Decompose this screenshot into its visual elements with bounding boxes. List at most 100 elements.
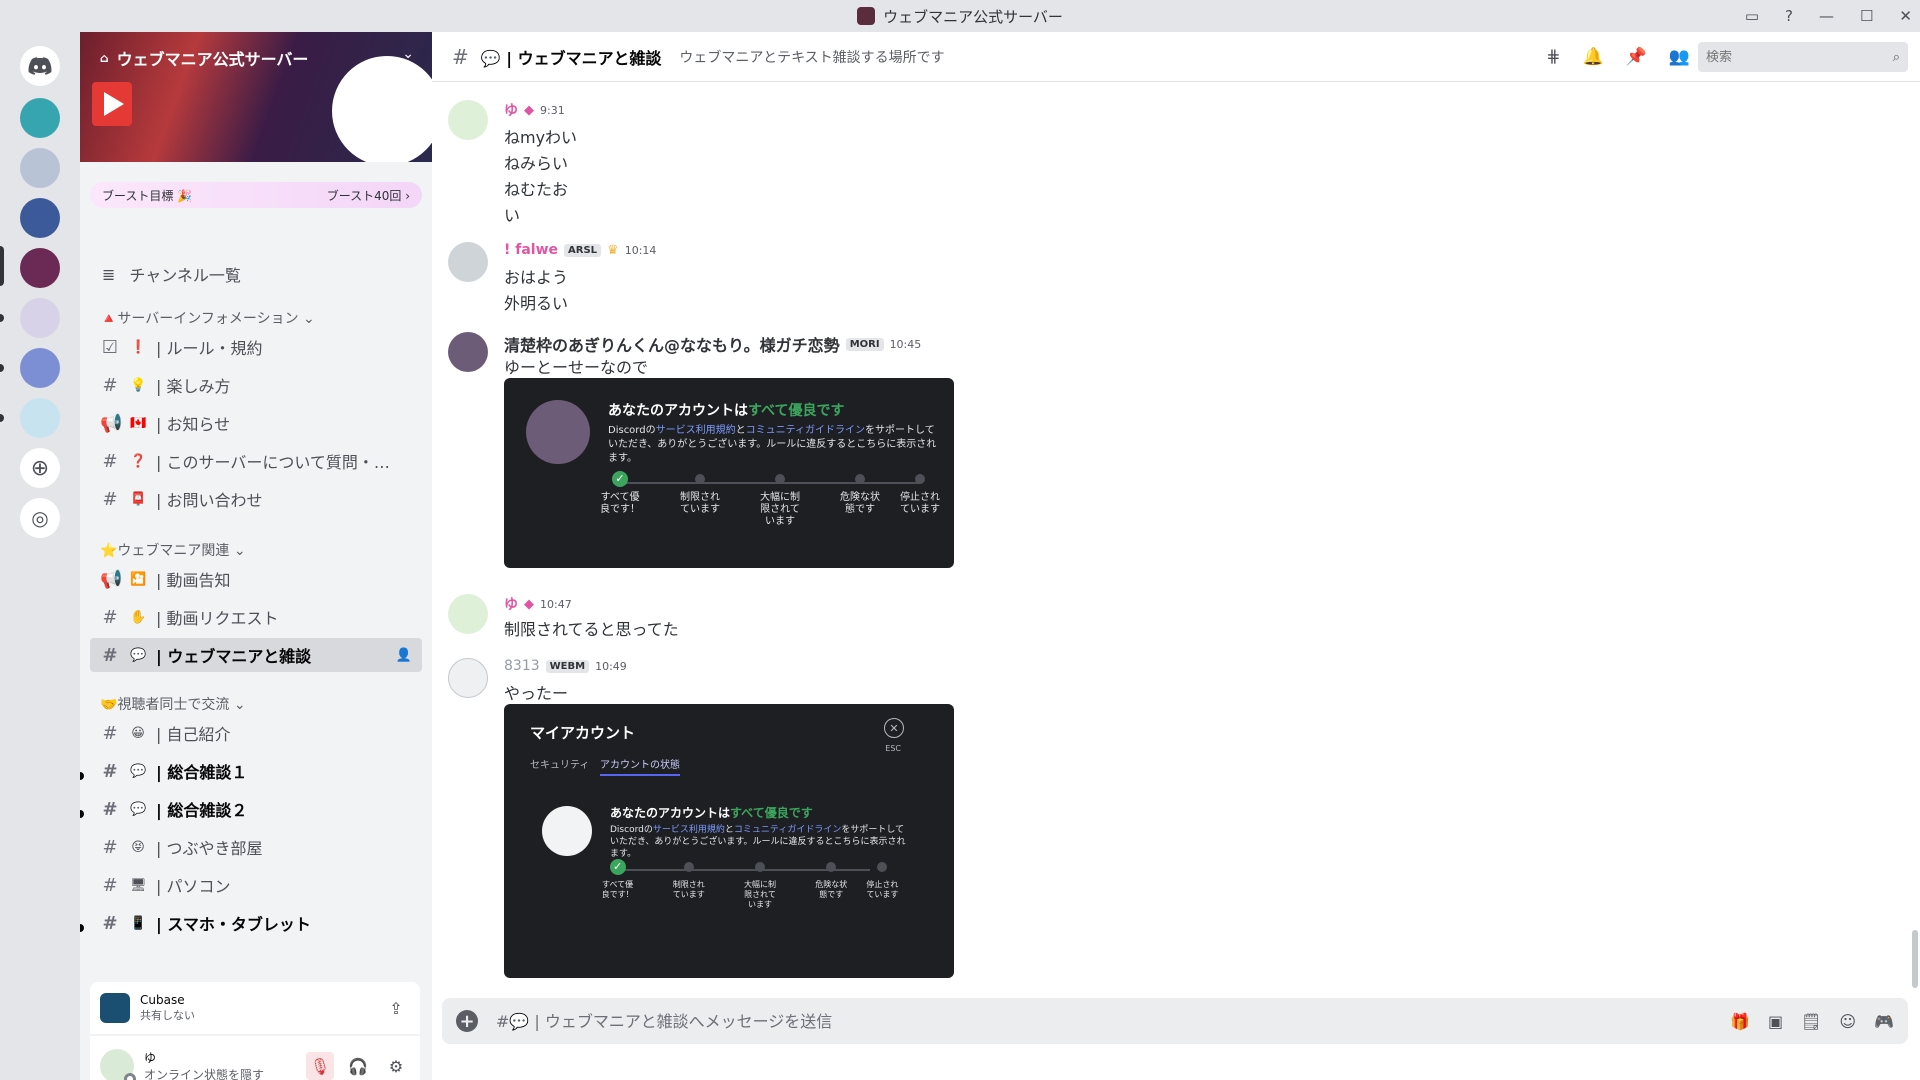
- server-icon-6[interactable]: [20, 348, 60, 388]
- channel-emoji: 💬: [130, 763, 147, 779]
- channel-video-request[interactable]: # ✋ | 動画リクエスト: [90, 600, 422, 634]
- channel-rules[interactable]: ☑ ❗ | ルール・規約: [90, 330, 422, 364]
- inbox-icon[interactable]: ▭: [1745, 7, 1759, 25]
- boost-goal-bar[interactable]: ブースト目標 🎉 ブースト40回 ›: [90, 182, 422, 208]
- threads-icon[interactable]: ⋕: [1546, 47, 1560, 67]
- category-viewer-exchange[interactable]: 🤝視聴者同士で交流 ⌄: [100, 694, 246, 714]
- sticker-icon[interactable]: 🗒: [1801, 1012, 1821, 1031]
- share-screen-icon[interactable]: ⇪: [382, 994, 410, 1022]
- add-member-icon[interactable]: 👤: [396, 648, 412, 663]
- avatar[interactable]: [448, 332, 488, 372]
- channel-pc[interactable]: # 🖥 | パソコン: [90, 868, 422, 902]
- server-icon-1[interactable]: [20, 98, 60, 138]
- modal-title: マイアカウント: [530, 724, 636, 742]
- step-label: 危険な状態です: [815, 880, 848, 899]
- play-icon: [92, 82, 132, 126]
- message-header: ゆ ◆ 9:31: [504, 100, 565, 120]
- gift-icon[interactable]: 🎁: [1730, 1012, 1750, 1031]
- discord-home-icon[interactable]: [20, 46, 60, 86]
- step-dot: [775, 474, 785, 484]
- my-account-screenshot[interactable]: マイアカウント ✕ ESC セキュリティ アカウントの状態 あなたのアカウントは…: [504, 704, 954, 978]
- channel-tweets[interactable]: # 😝 | つぶやき部屋: [90, 830, 422, 864]
- category-webmania[interactable]: ⭐ウェブマニア関連 ⌄: [100, 540, 246, 560]
- channel-announcements[interactable]: 📢 🇨🇦 | お知らせ: [90, 406, 422, 440]
- account-status-image[interactable]: あなたのアカウントはすべて優良です Discordのサービス利用規約とコミュニテ…: [504, 378, 954, 568]
- unread-pill: [0, 364, 4, 372]
- channel-general-chat-1[interactable]: # 💬 | 総合雑談１: [90, 754, 422, 788]
- search-box[interactable]: ⌕: [1698, 42, 1908, 72]
- channel-how-to-enjoy[interactable]: # 💡 | 楽しみ方: [90, 368, 422, 402]
- author-name[interactable]: ! falwe: [504, 242, 558, 258]
- channel-webmania-chat[interactable]: # 💬 | ウェブマニアと雑談 👤: [90, 638, 422, 672]
- channel-server-questions[interactable]: # ❓ | このサーバーについて質問・…: [90, 444, 422, 478]
- channel-smartphone-tablet[interactable]: # 📱 | スマホ・タブレット: [90, 906, 422, 940]
- channel-general-chat-2[interactable]: # 💬 | 総合雑談２: [90, 792, 422, 826]
- status-step: 大幅に制限されています: [760, 474, 800, 528]
- selected-server-pill: [0, 246, 4, 286]
- channel-contact[interactable]: # 📮 | お問い合わせ: [90, 482, 422, 516]
- avatar[interactable]: [448, 594, 488, 634]
- avatar[interactable]: [448, 242, 488, 282]
- headphones-icon[interactable]: 🎧: [344, 1052, 372, 1080]
- close-button[interactable]: ✕: [1899, 7, 1912, 25]
- activities-icon[interactable]: 🎮: [1874, 1012, 1894, 1031]
- server-icon-5[interactable]: [20, 298, 60, 338]
- channel-topic[interactable]: ウェブマニアとテキスト雑談する場所です: [679, 47, 944, 67]
- search-input[interactable]: [1706, 49, 1866, 65]
- avatar: [526, 400, 590, 464]
- user-info[interactable]: ゆ オンライン状態を隠す: [144, 1049, 296, 1080]
- step-label: 停止されています: [866, 880, 899, 899]
- server-icon-3[interactable]: [20, 198, 60, 238]
- close-icon: ✕: [884, 718, 904, 738]
- hash-icon: #: [102, 798, 118, 820]
- esc-label: ESC: [885, 744, 901, 753]
- author-name[interactable]: 清楚枠のあぎりんくん@ななもり。様ガチ恋勢: [504, 332, 840, 356]
- gif-icon[interactable]: ▣: [1768, 1012, 1783, 1031]
- server-banner[interactable]: ⌂ ウェブマニア公式サーバー ⌄: [80, 32, 432, 162]
- avatar[interactable]: [100, 1049, 136, 1080]
- channel-header: # 💬 | ウェブマニアと雑談 ウェブマニアとテキスト雑談する場所です ⋕ 🔔 …: [432, 32, 1920, 82]
- channel-label: | 動画リクエスト: [156, 609, 279, 628]
- composer-toolbar: 🎁 ▣ 🗒 ☺ 🎮: [1730, 1012, 1894, 1031]
- help-icon[interactable]: ?: [1785, 7, 1793, 25]
- channel-emoji: ❗: [130, 339, 147, 355]
- scrollbar-thumb[interactable]: [1912, 930, 1918, 988]
- category-server-info[interactable]: 🔺サーバーインフォメーション ⌄: [100, 308, 315, 328]
- card-description: Discordのサービス利用規約とコミュニティガイドラインをサポートしていただき…: [608, 424, 938, 466]
- channel-self-intro[interactable]: # 😀 | 自己紹介: [90, 716, 422, 750]
- channel-emoji: 😝: [131, 839, 145, 855]
- message-input[interactable]: [496, 1011, 1731, 1031]
- bell-icon[interactable]: 🔔: [1582, 47, 1603, 67]
- card-title-a: あなたのアカウントは: [610, 806, 731, 820]
- server-icon-7[interactable]: [20, 398, 60, 438]
- window-title: ウェブマニア公式サーバー: [883, 7, 1063, 26]
- avatar[interactable]: [448, 658, 488, 698]
- hash-icon: #: [102, 760, 118, 782]
- maximize-button[interactable]: ☐: [1860, 7, 1873, 25]
- add-server-icon[interactable]: ⊕: [20, 448, 60, 488]
- channel-list-button[interactable]: ≣ チャンネル一覧: [92, 256, 420, 292]
- minimize-button[interactable]: —: [1819, 7, 1834, 25]
- server-icon-2[interactable]: [20, 148, 60, 188]
- message-line: ねむたお: [504, 180, 569, 199]
- gear-icon[interactable]: ⚙: [382, 1052, 410, 1080]
- channel-label: | 楽しみ方: [156, 377, 231, 396]
- author-name[interactable]: ゆ: [504, 100, 518, 120]
- message-line: い: [504, 206, 521, 225]
- add-attachment-button[interactable]: +: [456, 1010, 478, 1032]
- hash-icon: #: [102, 912, 118, 934]
- explore-compass-icon[interactable]: ◎: [20, 498, 60, 538]
- members-icon[interactable]: 👥: [1669, 47, 1690, 67]
- pin-icon[interactable]: 📌: [1626, 47, 1647, 67]
- author-name[interactable]: ゆ: [504, 594, 518, 614]
- author-name[interactable]: 8313: [504, 658, 540, 674]
- role-tag: ARSL: [564, 243, 602, 257]
- mic-muted-icon[interactable]: 🎙: [306, 1052, 334, 1080]
- server-icon-webmania[interactable]: [20, 248, 60, 288]
- channel-video-notice[interactable]: 📢 🎦 | 動画告知: [90, 562, 422, 596]
- tab-account-status: アカウントの状態: [600, 756, 680, 776]
- emoji-icon[interactable]: ☺: [1839, 1012, 1856, 1031]
- timestamp: 9:31: [540, 103, 565, 117]
- channel-label: | ルール・規約: [156, 339, 263, 358]
- avatar[interactable]: [448, 100, 488, 140]
